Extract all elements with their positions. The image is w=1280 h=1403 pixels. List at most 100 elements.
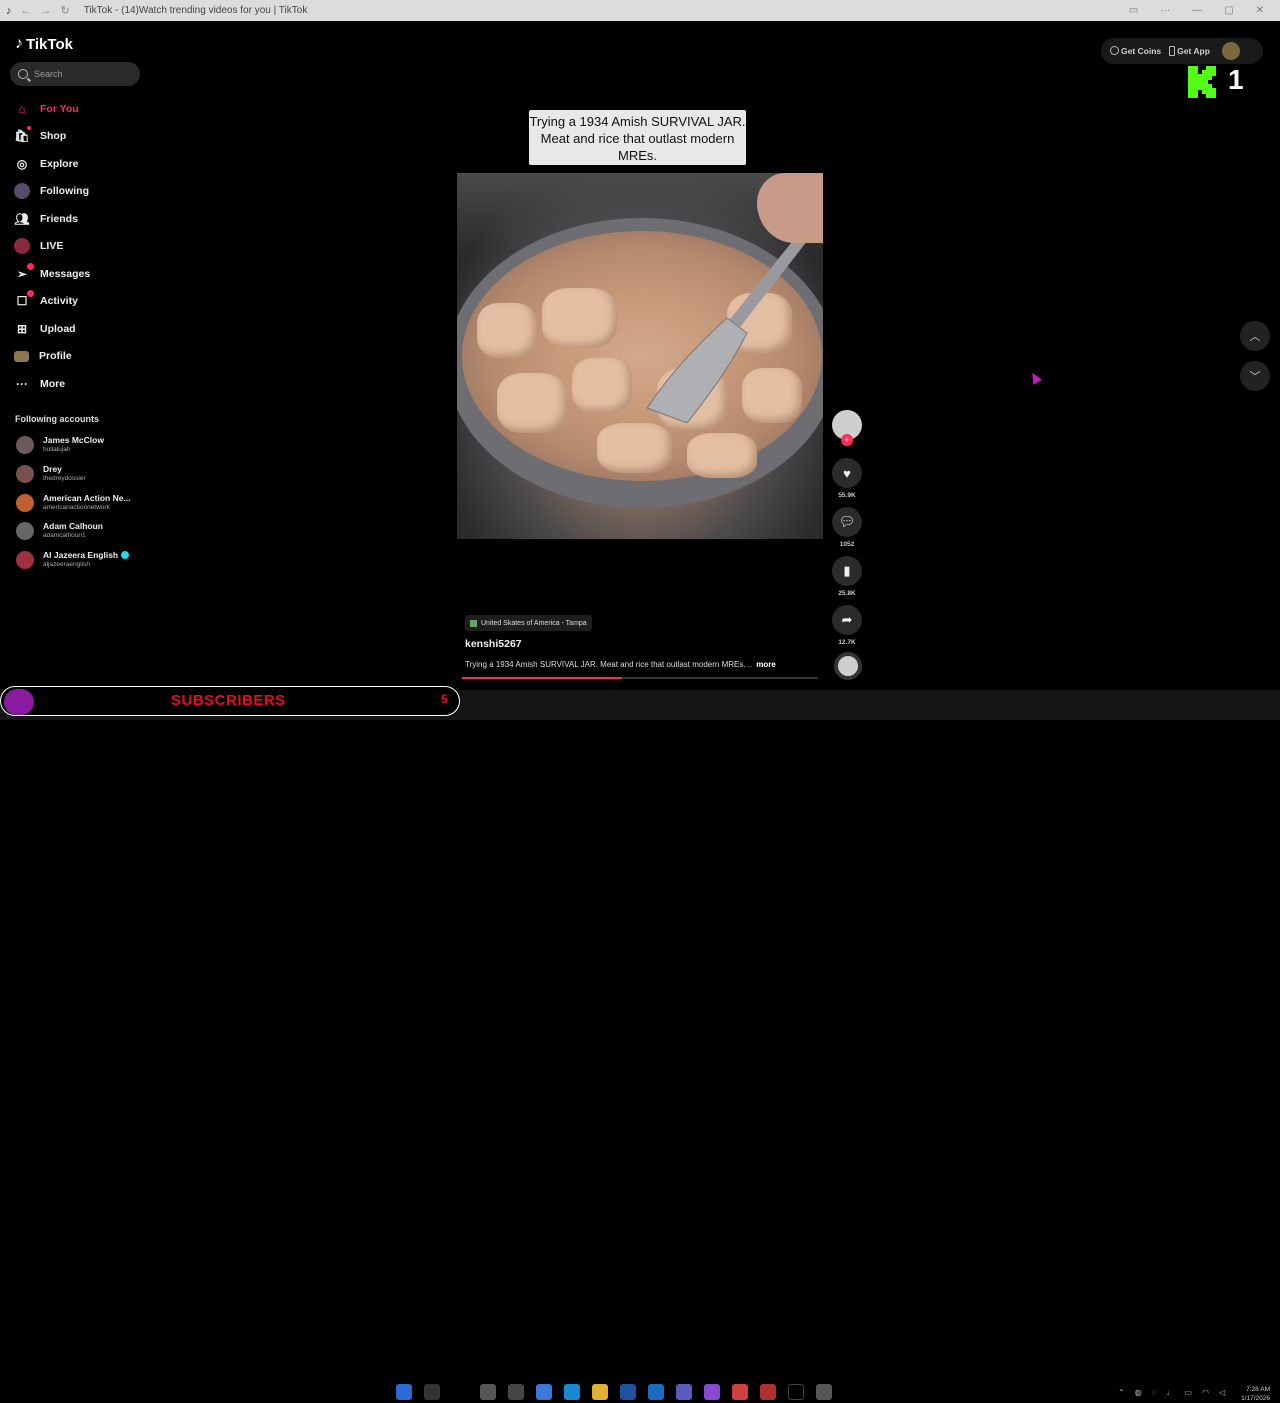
nav-item-for-you[interactable]: ⌂ For You (14, 95, 90, 123)
app-tray-icon[interactable]: ◌ (1152, 1388, 1157, 1397)
share-icon[interactable]: ➦ (832, 605, 862, 635)
maximize-button[interactable]: ▢ (1224, 5, 1233, 16)
home-icon: ⌂ (18, 101, 26, 116)
search-bar[interactable] (10, 62, 140, 86)
outlook-icon[interactable] (648, 1384, 664, 1400)
app-icon[interactable] (452, 1384, 468, 1400)
account-name: Adam Calhoun (43, 521, 103, 531)
account-name: Al Jazeera English (43, 550, 129, 560)
video-username[interactable]: kenshi5267 (465, 638, 522, 650)
settings-icon[interactable] (816, 1384, 832, 1400)
app-icon[interactable] (480, 1384, 496, 1400)
video-player[interactable] (457, 173, 823, 539)
nav-item-label: Messages (40, 267, 91, 280)
app-icon[interactable] (620, 1384, 636, 1400)
video-description-text: Trying a 1934 Amish SURVIVAL JAR. Meat a… (465, 660, 753, 669)
nav-item-activity[interactable]: ☐ Activity (14, 288, 90, 316)
nav-item-more[interactable]: ··· More (14, 370, 90, 398)
nav-item-explore[interactable]: ◎ Explore (14, 150, 90, 178)
account-item[interactable]: American Action Ne... americanactionnetwo… (16, 493, 131, 512)
search-input[interactable] (34, 69, 124, 79)
heart-icon[interactable]: ♥ (832, 458, 862, 488)
volume-icon[interactable]: ◁ (1219, 1388, 1225, 1397)
user-avatar[interactable] (1221, 42, 1240, 60)
sound-disc[interactable] (834, 652, 862, 680)
more-button[interactable]: more (756, 660, 776, 669)
shopping-bag-icon: 🛍︎ (14, 126, 31, 144)
folder-icon[interactable] (592, 1384, 608, 1400)
next-video-button[interactable]: ﹀ (1240, 361, 1270, 391)
account-handle: thedreydossier (43, 475, 86, 482)
start-icon[interactable] (396, 1384, 412, 1400)
mic-icon[interactable]: ♩ (1166, 1388, 1174, 1397)
browser-menu-icon[interactable]: ··· (1160, 5, 1170, 16)
avatar (16, 521, 34, 540)
account-handle: hullalujah (43, 446, 71, 453)
nav-item-friends[interactable]: 👥︎ Friends (14, 205, 90, 233)
chevron-down-icon: ﹀ (1249, 371, 1261, 383)
nav-item-label: Following (40, 185, 89, 198)
nav-item-label: Shop (40, 130, 67, 143)
tiktok-note-icon: ♪ (15, 35, 23, 52)
video-progress-fill (462, 677, 623, 679)
taskbar-apps (396, 1384, 832, 1400)
nav-item-upload[interactable]: ⊞ Upload (14, 315, 90, 343)
account-handle: americanactionnetwork (43, 504, 110, 511)
chevron-up-icon[interactable]: ⌃ (1118, 1388, 1125, 1397)
browser-back-icon[interactable]: ← (21, 5, 32, 17)
avatar (16, 493, 34, 512)
coin-icon (1110, 46, 1119, 55)
nav-item-shop[interactable]: 🛍︎ Shop (14, 123, 90, 151)
get-app-button[interactable]: Get App (1169, 46, 1210, 56)
display-icon[interactable]: ▭ (1184, 1388, 1192, 1397)
account-item[interactable]: Drey thedreydossier (16, 464, 86, 483)
teams-icon[interactable] (676, 1384, 692, 1400)
location-tag[interactable]: United Skates of America - Tampa (465, 615, 592, 631)
reload-icon[interactable]: ↻ (61, 4, 70, 17)
comment-action: 💬︎ 1052 (832, 507, 862, 548)
search-icon (18, 69, 28, 79)
minimize-button[interactable]: — (1192, 5, 1202, 16)
app-icon[interactable] (508, 1384, 524, 1400)
nav-item-label: LIVE (40, 240, 64, 253)
creator-avatar[interactable]: + (832, 410, 862, 446)
bookmark-icon[interactable]: ▮ (832, 556, 862, 586)
subscribers-count: 5 (441, 692, 448, 706)
app-icon[interactable] (536, 1384, 552, 1400)
edge-icon[interactable] (564, 1384, 580, 1400)
app-icon[interactable] (732, 1384, 748, 1400)
nav-item-label: Profile (39, 350, 72, 363)
wifi-icon[interactable]: ◠ (1202, 1388, 1209, 1397)
account-item[interactable]: Adam Calhoun adamcalhoun1 (16, 521, 103, 540)
save-action: ▮ 25.8K (832, 556, 862, 597)
messenger-icon[interactable] (704, 1384, 720, 1400)
search-icon[interactable] (424, 1384, 440, 1400)
comment-icon[interactable]: 💬︎ (832, 507, 862, 537)
taskbar-clock[interactable]: 7:28 AM 1/17/2026 (1230, 1385, 1270, 1403)
plus-box-icon: ⊞ (16, 321, 28, 336)
video-caption-overlay: Trying a 1934 Amish SURVIVAL JAR. Meat a… (529, 110, 746, 165)
account-handle: adamcalhoun1 (43, 532, 86, 539)
browser-titlebar: ♪ ← → ↻ TikTok - (14)Watch trending vide… (0, 0, 1280, 21)
get-coins-button[interactable]: Get Coins (1110, 46, 1161, 56)
video-progress-bar[interactable] (462, 677, 818, 679)
nav-item-messages[interactable]: ➢ Messages (14, 260, 90, 288)
tiktok-icon[interactable] (788, 1384, 804, 1400)
app-icon[interactable] (760, 1384, 776, 1400)
app-tray-icon[interactable]: ◍ (1135, 1388, 1142, 1397)
nav-item-live[interactable]: LIVE (14, 233, 90, 261)
account-item[interactable]: Al Jazeera English aljazeeraenglish (16, 550, 129, 569)
browser-forward-icon[interactable]: → (41, 5, 52, 17)
nav-item-following[interactable]: Following (14, 178, 90, 206)
notification-dot (27, 290, 34, 298)
tiktok-logo[interactable]: ♪ TikTok (15, 35, 73, 53)
header-actions: Get Coins Get App (1101, 38, 1263, 64)
nav-item-profile[interactable]: Profile (14, 343, 90, 371)
follow-plus-icon[interactable]: + (841, 434, 853, 446)
account-item[interactable]: James McClow hullalujah (16, 435, 104, 454)
close-button[interactable]: ✕ (1256, 5, 1264, 16)
split-view-icon[interactable]: ▭ (1129, 5, 1138, 16)
mouse-cursor-icon (1027, 370, 1043, 385)
previous-video-button[interactable]: ︿ (1240, 321, 1270, 351)
account-handle: aljazeeraenglish (43, 561, 90, 568)
